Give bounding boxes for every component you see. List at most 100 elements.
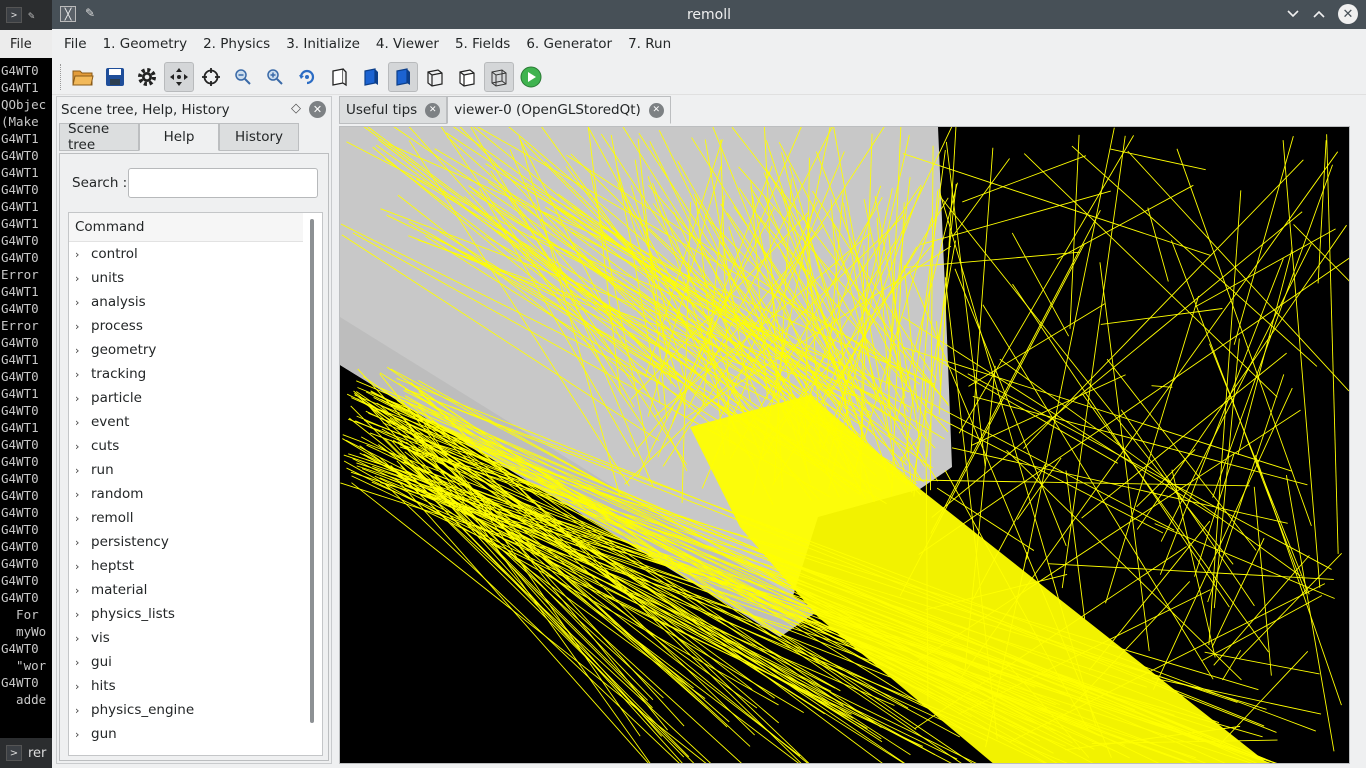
chevron-right-icon[interactable]: › bbox=[69, 560, 91, 573]
solid-icon[interactable] bbox=[356, 62, 386, 92]
tree-item-analysis[interactable]: › analysis bbox=[69, 290, 322, 314]
menu-file[interactable]: File bbox=[56, 36, 95, 52]
terminal-line: "wor bbox=[1, 658, 47, 673]
chevron-right-icon[interactable]: › bbox=[69, 464, 91, 477]
minimize-icon[interactable] bbox=[1286, 4, 1300, 24]
terminal-line: G4WT0 bbox=[1, 148, 39, 163]
menu-5-fields[interactable]: 5. Fields bbox=[447, 36, 518, 52]
toolbar-grip[interactable] bbox=[60, 63, 62, 90]
window-titlebar[interactable]: ╳ ✎ remoll ✕ bbox=[52, 0, 1366, 29]
tree-item-persistency[interactable]: › persistency bbox=[69, 530, 322, 554]
chevron-right-icon[interactable]: › bbox=[69, 656, 91, 669]
tree-item-label: analysis bbox=[91, 294, 146, 310]
terminal-menu-file[interactable]: File bbox=[0, 30, 52, 58]
menu-6-generator[interactable]: 6. Generator bbox=[518, 36, 620, 52]
settings-gear-icon[interactable] bbox=[132, 62, 162, 92]
tree-item-units[interactable]: › units bbox=[69, 266, 322, 290]
chevron-right-icon[interactable]: › bbox=[69, 416, 91, 429]
background-terminal: > ✎ File G4WT0 G4WT1 QObjec (Make G4WT1 G4WT0… bbox=[0, 0, 52, 768]
chevron-right-icon[interactable]: › bbox=[69, 584, 91, 597]
perspective-icon[interactable] bbox=[484, 61, 514, 92]
tab-useful-tips[interactable]: Useful tips ✕ bbox=[339, 96, 448, 124]
chevron-right-icon[interactable]: › bbox=[69, 272, 91, 285]
terminal-line: G4WT1 bbox=[1, 131, 39, 146]
chevron-right-icon[interactable]: › bbox=[69, 440, 91, 453]
close-icon[interactable]: ✕ bbox=[1338, 4, 1358, 24]
tree-item-tracking[interactable]: › tracking bbox=[69, 362, 322, 386]
tree-item-hits[interactable]: › hits bbox=[69, 674, 322, 698]
hidden-line-removal-icon[interactable] bbox=[452, 62, 482, 92]
chevron-right-icon[interactable]: › bbox=[69, 248, 91, 261]
tree-item-physics-lists[interactable]: › physics_lists bbox=[69, 602, 322, 626]
open-folder-icon[interactable] bbox=[68, 62, 98, 92]
chevron-right-icon[interactable]: › bbox=[69, 488, 91, 501]
tree-item-heptst[interactable]: › heptst bbox=[69, 554, 322, 578]
run-beam-icon[interactable] bbox=[516, 62, 546, 92]
tree-column-header[interactable]: Command bbox=[69, 213, 303, 242]
chevron-right-icon[interactable]: › bbox=[69, 512, 91, 525]
menu-4-viewer[interactable]: 4. Viewer bbox=[368, 36, 447, 52]
chevron-right-icon[interactable]: › bbox=[69, 344, 91, 357]
float-dock-icon[interactable]: ◇ bbox=[291, 101, 301, 116]
tree-item-vis[interactable]: › vis bbox=[69, 626, 322, 650]
tree-item-geometry[interactable]: › geometry bbox=[69, 338, 322, 362]
maximize-icon[interactable] bbox=[1312, 4, 1326, 24]
tree-item-material[interactable]: › material bbox=[69, 578, 322, 602]
tree-item-run[interactable]: › run bbox=[69, 458, 322, 482]
tree-item-control[interactable]: › control bbox=[69, 242, 322, 266]
menu-3-initialize[interactable]: 3. Initialize bbox=[278, 36, 368, 52]
rotate-icon[interactable] bbox=[292, 62, 322, 92]
chevron-right-icon[interactable]: › bbox=[69, 704, 91, 717]
chevron-right-icon[interactable]: › bbox=[69, 608, 91, 621]
chevron-right-icon[interactable]: › bbox=[69, 392, 91, 405]
pin-icon[interactable]: ✎ bbox=[85, 6, 95, 20]
tab-close-icon[interactable]: ✕ bbox=[648, 102, 664, 118]
tab-close-icon[interactable]: ✕ bbox=[425, 102, 441, 118]
tree-item-particle[interactable]: › particle bbox=[69, 386, 322, 410]
tree-item-random[interactable]: › random bbox=[69, 482, 322, 506]
zoom-out-icon[interactable] bbox=[228, 62, 258, 92]
tree-item-gun[interactable]: › gun bbox=[69, 722, 322, 746]
app-icon[interactable]: ╳ bbox=[60, 6, 76, 22]
move-icon[interactable] bbox=[164, 61, 194, 92]
taskbar-label[interactable]: rer bbox=[28, 746, 46, 761]
tree-item-physics-engine[interactable]: › physics_engine bbox=[69, 698, 322, 722]
chevron-right-icon[interactable]: › bbox=[69, 320, 91, 333]
tab-viewer-0[interactable]: viewer-0 (OpenGLStoredQt) ✕ bbox=[447, 96, 671, 124]
solid-active-icon[interactable] bbox=[388, 61, 418, 92]
scene-canvas[interactable] bbox=[340, 127, 1350, 764]
menu-2-physics[interactable]: 2. Physics bbox=[195, 36, 278, 52]
chevron-right-icon[interactable]: › bbox=[69, 632, 91, 645]
tree-item-remoll[interactable]: › remoll bbox=[69, 506, 322, 530]
chevron-right-icon[interactable]: › bbox=[69, 536, 91, 549]
tree-item-event[interactable]: › event bbox=[69, 410, 322, 434]
menu-7-run[interactable]: 7. Run bbox=[620, 36, 679, 52]
hidden-line-icon[interactable] bbox=[324, 62, 354, 92]
terminal-taskbar-icon[interactable]: > bbox=[6, 745, 22, 761]
search-input[interactable] bbox=[128, 168, 318, 198]
chevron-right-icon[interactable]: › bbox=[69, 728, 91, 741]
dock-titlebar[interactable]: Scene tree, Help, History ◇ ✕ bbox=[57, 97, 331, 123]
chevron-right-icon[interactable]: › bbox=[69, 368, 91, 381]
chevron-right-icon[interactable]: › bbox=[69, 680, 91, 693]
pick-target-icon[interactable] bbox=[196, 62, 226, 92]
tree-item-label: persistency bbox=[91, 534, 169, 550]
dock-close-icon[interactable]: ✕ bbox=[309, 101, 326, 118]
tab-scene-tree[interactable]: Scene tree bbox=[59, 121, 139, 153]
menu-1-geometry[interactable]: 1. Geometry bbox=[95, 36, 196, 52]
tree-item-label: random bbox=[91, 486, 144, 502]
tree-item-cuts[interactable]: › cuts bbox=[69, 434, 322, 458]
terminal-output: G4WT0 G4WT1 QObjec (Make G4WT1 G4WT0 G4WT1 G4WT… bbox=[0, 58, 52, 708]
tab-history[interactable]: History bbox=[219, 123, 299, 151]
command-tree: Command › control › units › analysis › process ›… bbox=[68, 212, 323, 756]
terminal-line: G4WT0 bbox=[1, 675, 39, 690]
chevron-right-icon[interactable]: › bbox=[69, 296, 91, 309]
tree-scrollbar[interactable] bbox=[310, 219, 314, 723]
zoom-in-icon[interactable] bbox=[260, 62, 290, 92]
wireframe-icon[interactable] bbox=[420, 62, 450, 92]
tab-help[interactable]: Help bbox=[139, 123, 219, 151]
save-icon[interactable] bbox=[100, 62, 130, 92]
tree-item-process[interactable]: › process bbox=[69, 314, 322, 338]
opengl-viewer[interactable] bbox=[339, 126, 1350, 764]
tree-item-gui[interactable]: › gui bbox=[69, 650, 322, 674]
